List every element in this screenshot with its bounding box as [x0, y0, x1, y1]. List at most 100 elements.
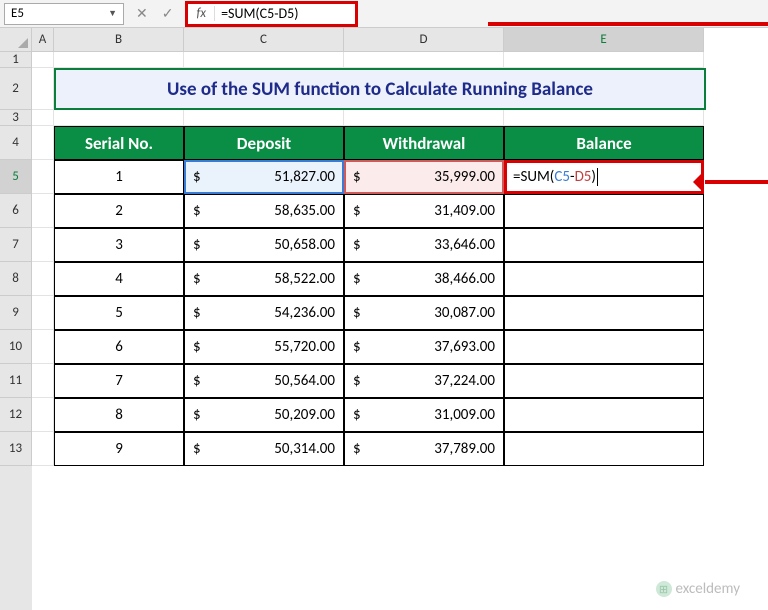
- cell[interactable]: [32, 160, 54, 194]
- cell-serial[interactable]: 4: [54, 262, 184, 296]
- col-header-active[interactable]: E: [504, 28, 704, 52]
- cell-value: 50,658.00: [207, 236, 335, 254]
- name-box-value: E5: [11, 6, 24, 21]
- cell-balance[interactable]: [504, 228, 704, 262]
- row-header[interactable]: 13: [0, 432, 32, 466]
- cell-withdrawal[interactable]: $38,466.00: [344, 262, 504, 296]
- sheet-row: 9$50,314.00$37,789.00: [32, 432, 768, 466]
- row-header[interactable]: 11: [0, 364, 32, 398]
- cell-value: 50,564.00: [207, 372, 335, 390]
- currency-symbol: $: [353, 372, 361, 390]
- cell[interactable]: [32, 364, 54, 398]
- cell-serial[interactable]: 8: [54, 398, 184, 432]
- cell[interactable]: [32, 228, 54, 262]
- cell[interactable]: [32, 432, 54, 466]
- cell-withdrawal[interactable]: $31,009.00: [344, 398, 504, 432]
- cell-deposit[interactable]: $54,236.00: [184, 296, 344, 330]
- cell[interactable]: [32, 52, 54, 68]
- cell[interactable]: [32, 68, 54, 110]
- cell[interactable]: [32, 330, 54, 364]
- cell-balance[interactable]: [504, 432, 704, 466]
- cell-serial[interactable]: 5: [54, 296, 184, 330]
- cell-deposit[interactable]: $50,564.00: [184, 364, 344, 398]
- cell-balance[interactable]: [504, 296, 704, 330]
- col-header[interactable]: B: [54, 28, 184, 52]
- cell-balance[interactable]: [504, 364, 704, 398]
- page-title[interactable]: Use of the SUM function to Calculate Run…: [54, 68, 706, 110]
- cell[interactable]: [184, 52, 344, 68]
- cell-balance[interactable]: [504, 330, 704, 364]
- col-header[interactable]: C: [184, 28, 344, 52]
- cell[interactable]: [32, 262, 54, 296]
- cell[interactable]: [54, 110, 184, 126]
- table-header-serial[interactable]: Serial No.: [54, 126, 184, 160]
- row-header[interactable]: 2: [0, 68, 32, 110]
- cell-deposit[interactable]: $58,522.00: [184, 262, 344, 296]
- cell-withdrawal[interactable]: $30,087.00: [344, 296, 504, 330]
- cell-deposit[interactable]: $55,720.00: [184, 330, 344, 364]
- cell-withdrawal[interactable]: $37,693.00: [344, 330, 504, 364]
- cell-balance[interactable]: [504, 398, 704, 432]
- cell-value: 33,646.00: [367, 236, 495, 254]
- cell[interactable]: [184, 110, 344, 126]
- cell[interactable]: [344, 110, 504, 126]
- col-header[interactable]: D: [344, 28, 504, 52]
- cell-withdrawal[interactable]: $37,224.00: [344, 364, 504, 398]
- cell[interactable]: [32, 398, 54, 432]
- cell[interactable]: [32, 296, 54, 330]
- cell-serial[interactable]: 7: [54, 364, 184, 398]
- row-header[interactable]: 12: [0, 398, 32, 432]
- cell[interactable]: [54, 52, 184, 68]
- row-header[interactable]: 1: [0, 52, 32, 68]
- row-header[interactable]: 7: [0, 228, 32, 262]
- table-header-deposit[interactable]: Deposit: [184, 126, 344, 160]
- cell-balance[interactable]: [504, 194, 704, 228]
- cell-withdrawal[interactable]: $37,789.00: [344, 432, 504, 466]
- cell-deposit[interactable]: $50,314.00: [184, 432, 344, 466]
- currency-symbol: $: [353, 338, 361, 356]
- row-header[interactable]: 6: [0, 194, 32, 228]
- row-header[interactable]: 3: [0, 110, 32, 126]
- row-header[interactable]: 10: [0, 330, 32, 364]
- row-header[interactable]: 8: [0, 262, 32, 296]
- cell[interactable]: [504, 110, 704, 126]
- cell-balance[interactable]: [504, 262, 704, 296]
- cell-deposit-ref-c5[interactable]: $ 51,827.00: [184, 160, 344, 194]
- cell-serial[interactable]: 2: [54, 194, 184, 228]
- sheet-row: 3$50,658.00$33,646.00: [32, 228, 768, 262]
- sheet-row: 7$50,564.00$37,224.00: [32, 364, 768, 398]
- cell-deposit[interactable]: $58,635.00: [184, 194, 344, 228]
- cell[interactable]: [504, 52, 704, 68]
- chevron-down-icon[interactable]: ▼: [108, 8, 117, 19]
- cell[interactable]: [32, 110, 54, 126]
- fx-icon[interactable]: fx: [188, 6, 215, 21]
- cell-serial[interactable]: 1: [54, 160, 184, 194]
- col-header[interactable]: A: [32, 28, 54, 52]
- table-header-balance[interactable]: Balance: [504, 126, 704, 160]
- name-box[interactable]: E5 ▼: [4, 3, 124, 25]
- active-cell-editing[interactable]: =SUM(C5-D5): [504, 160, 704, 194]
- confirm-icon[interactable]: ✓: [162, 5, 174, 22]
- formula-box-highlight: fx =SUM(C5-D5): [185, 1, 358, 27]
- cell[interactable]: [344, 52, 504, 68]
- formula-input[interactable]: =SUM(C5-D5): [215, 5, 355, 22]
- row-header-active[interactable]: 5: [0, 160, 32, 194]
- select-all-button[interactable]: [0, 28, 32, 52]
- sheet-row: Serial No. Deposit Withdrawal Balance: [32, 126, 768, 160]
- cell-serial[interactable]: 3: [54, 228, 184, 262]
- cell-deposit[interactable]: $50,658.00: [184, 228, 344, 262]
- cell[interactable]: [32, 194, 54, 228]
- cell-withdrawal-ref-d5[interactable]: $ 35,999.00: [344, 160, 504, 194]
- cell-withdrawal[interactable]: $31,409.00: [344, 194, 504, 228]
- table-header-withdrawal[interactable]: Withdrawal: [344, 126, 504, 160]
- row-header[interactable]: 4: [0, 126, 32, 160]
- cell-serial[interactable]: 6: [54, 330, 184, 364]
- sheet-row: 5$54,236.00$30,087.00: [32, 296, 768, 330]
- cell-deposit[interactable]: $50,209.00: [184, 398, 344, 432]
- callout-arrow: [705, 180, 768, 184]
- cancel-icon[interactable]: ✕: [136, 5, 148, 22]
- row-header[interactable]: 9: [0, 296, 32, 330]
- cell-withdrawal[interactable]: $33,646.00: [344, 228, 504, 262]
- cell[interactable]: [32, 126, 54, 160]
- cell-serial[interactable]: 9: [54, 432, 184, 466]
